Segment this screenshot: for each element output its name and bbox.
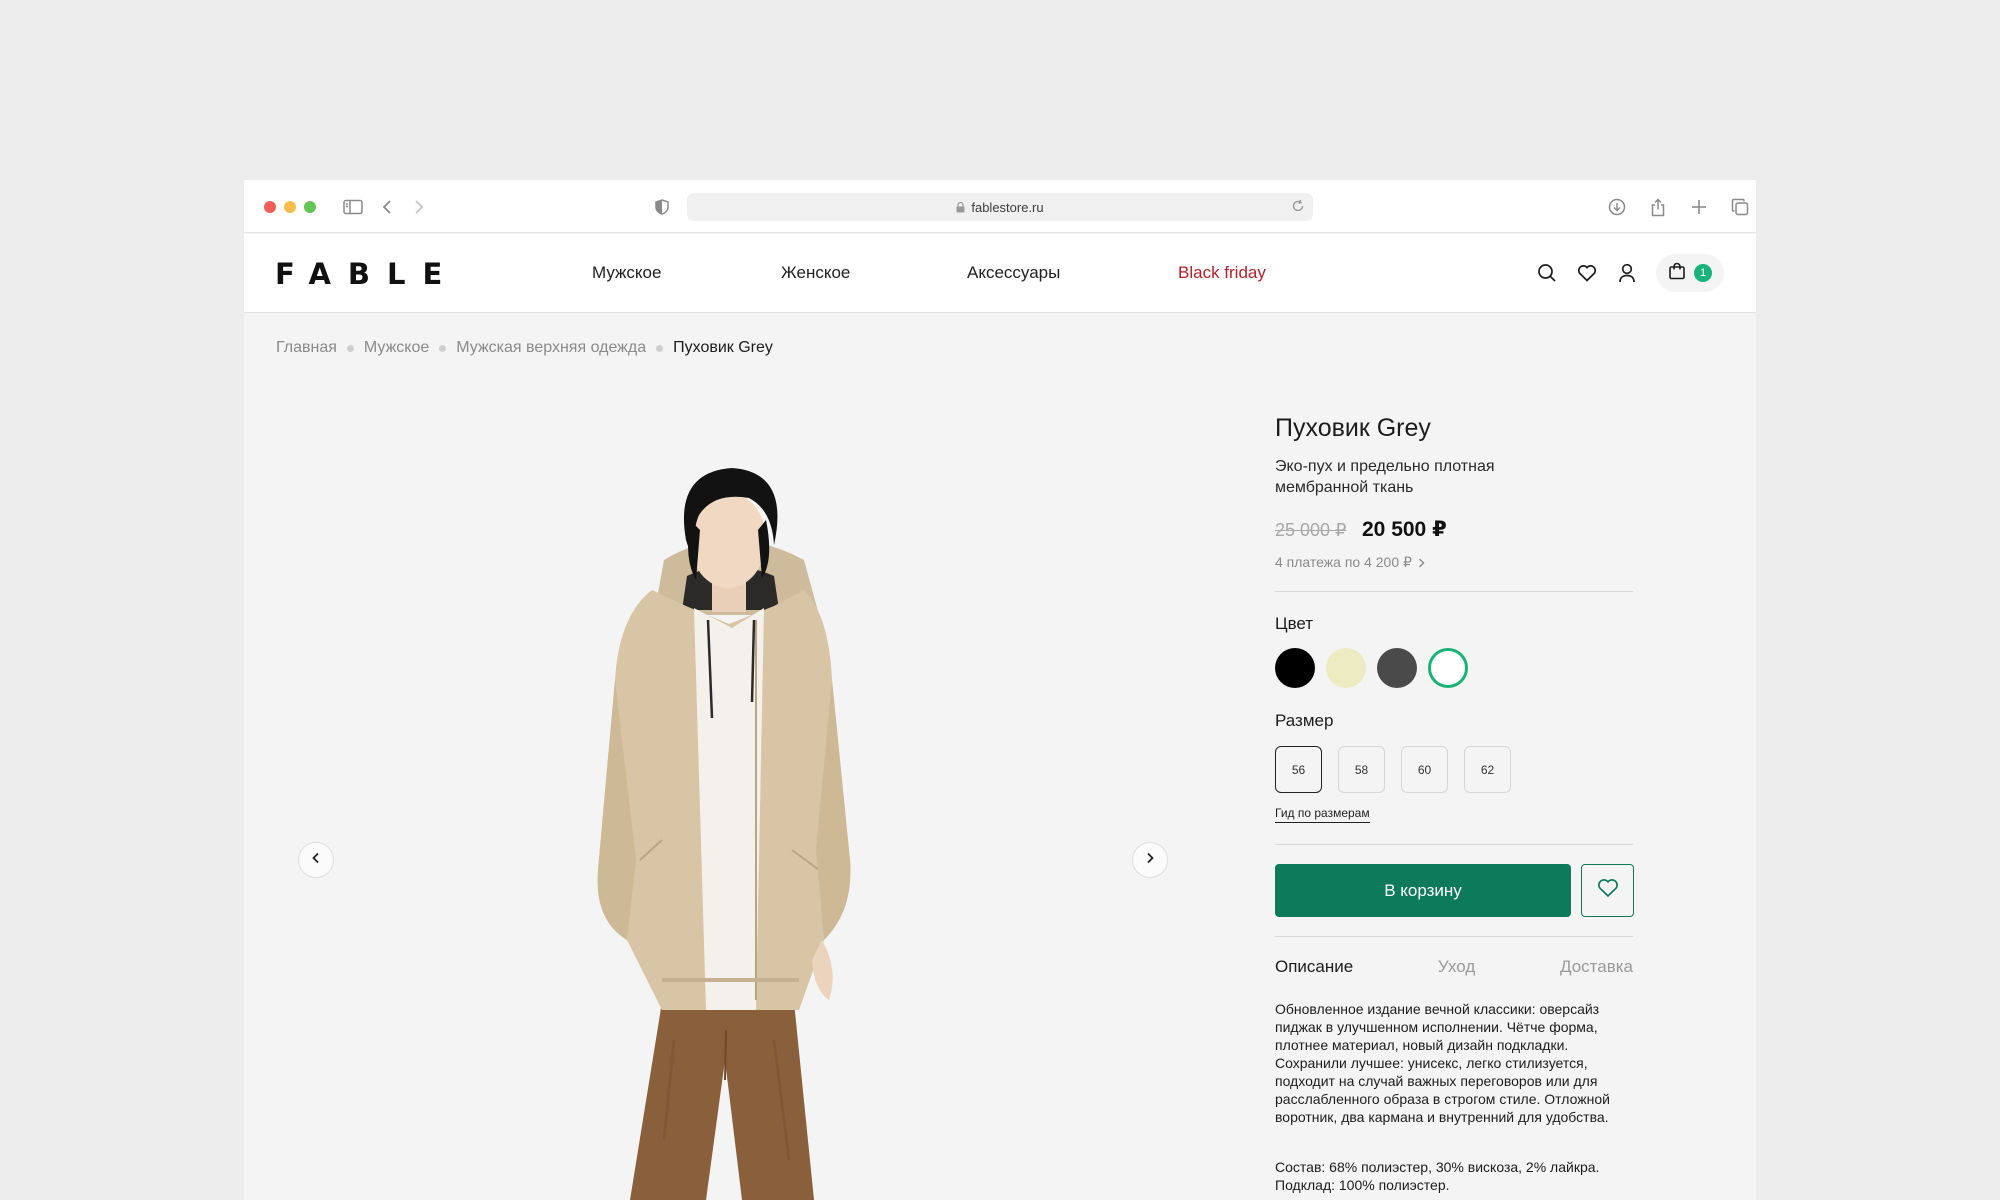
reload-icon[interactable] <box>1291 199 1305 213</box>
size-options: 56 58 60 62 <box>1275 746 1511 793</box>
cart-count-badge: 1 <box>1694 264 1712 282</box>
address-bar[interactable]: fablestore.ru <box>687 193 1313 221</box>
tab-delivery[interactable]: Доставка <box>1560 957 1633 977</box>
privacy-shield-icon[interactable] <box>649 194 675 220</box>
size-option-62[interactable]: 62 <box>1464 746 1511 793</box>
breadcrumb-separator <box>346 344 354 352</box>
size-option-58[interactable]: 58 <box>1338 746 1385 793</box>
product-composition: Состав: 68% полиэстер, 30% вискоза, 2% л… <box>1275 1159 1600 1193</box>
old-price: 25 000 ₽ <box>1275 520 1347 540</box>
favorites-icon[interactable] <box>1574 260 1600 286</box>
browser-window: fablestore.ru FABLE Мужское Женское Аксе… <box>244 180 1756 1200</box>
nav-accessories[interactable]: Аксессуары <box>967 263 1060 283</box>
tab-care[interactable]: Уход <box>1438 957 1475 977</box>
sidebar-icon[interactable] <box>340 194 366 220</box>
size-label: Размер <box>1275 711 1334 730</box>
fable-logo[interactable]: FABLE <box>275 260 459 289</box>
chevron-right-icon <box>1418 555 1425 571</box>
chevron-right-icon <box>1145 851 1155 869</box>
current-price: 20 500 ₽ <box>1362 518 1447 541</box>
cart-icon <box>1668 262 1686 285</box>
product-gallery <box>244 380 1168 1200</box>
product-tabs: Описание Уход Доставка <box>1275 957 1633 977</box>
size-guide-link[interactable]: Гид по размерам <box>1275 806 1370 823</box>
divider <box>1275 936 1633 937</box>
download-icon[interactable] <box>1604 194 1630 220</box>
breadcrumb-separator <box>439 344 447 352</box>
breadcrumb-home[interactable]: Главная <box>276 339 337 357</box>
breadcrumb-outerwear[interactable]: Мужская верхняя одежда <box>456 339 646 357</box>
add-to-favorites-button[interactable] <box>1581 864 1634 917</box>
tab-overview-icon[interactable] <box>1727 194 1753 220</box>
product-photo <box>597 468 851 1200</box>
breadcrumb-current: Пуховик Grey <box>673 339 773 356</box>
installments-text: 4 платежа по 4 200 ₽ <box>1275 554 1412 570</box>
tab-description[interactable]: Описание <box>1275 957 1353 977</box>
color-swatch-graphite[interactable] <box>1377 648 1417 688</box>
minimize-window-button[interactable] <box>284 201 296 213</box>
nav-men[interactable]: Мужское <box>592 263 661 283</box>
chevron-left-icon <box>311 851 321 869</box>
maximize-window-button[interactable] <box>304 201 316 213</box>
product-subtitle: Эко-пух и предельно плотная мембранной т… <box>1275 458 1495 496</box>
nav-women[interactable]: Женское <box>781 263 850 283</box>
divider <box>1275 591 1633 592</box>
share-icon[interactable] <box>1645 194 1671 220</box>
url-text: fablestore.ru <box>971 199 1044 215</box>
product-description: Обновленное издание вечной классики: ове… <box>1275 1001 1610 1125</box>
breadcrumb: Главная Мужское Мужская верхняя одежда П… <box>276 339 773 357</box>
previous-image-button[interactable] <box>298 842 334 878</box>
new-tab-icon[interactable] <box>1686 194 1712 220</box>
forward-icon[interactable] <box>406 194 432 220</box>
search-icon[interactable] <box>1534 260 1560 286</box>
lock-icon <box>956 201 965 213</box>
size-option-56[interactable]: 56 <box>1275 746 1322 793</box>
heart-icon <box>1597 878 1619 903</box>
breadcrumb-separator <box>656 344 664 352</box>
color-label: Цвет <box>1275 614 1314 633</box>
nav-black-friday[interactable]: Black friday <box>1178 263 1266 283</box>
color-swatches <box>1275 648 1468 688</box>
site-header: FABLE Мужское Женское Аксессуары Black f… <box>244 234 1756 313</box>
divider <box>1275 844 1633 845</box>
add-to-cart-button[interactable]: В корзину <box>1275 864 1571 917</box>
size-option-60[interactable]: 60 <box>1401 746 1448 793</box>
product-title: Пуховик Grey <box>1275 414 1431 442</box>
color-swatch-white-selected[interactable] <box>1428 648 1468 688</box>
installments-link[interactable]: 4 платежа по 4 200 ₽ <box>1275 554 1425 571</box>
account-icon[interactable] <box>1614 260 1640 286</box>
cart-button[interactable]: 1 <box>1656 254 1724 292</box>
color-swatch-black[interactable] <box>1275 648 1315 688</box>
browser-toolbar: fablestore.ru <box>244 180 1756 233</box>
next-image-button[interactable] <box>1132 842 1168 878</box>
breadcrumb-men[interactable]: Мужское <box>364 339 429 357</box>
color-swatch-cream[interactable] <box>1326 648 1366 688</box>
back-icon[interactable] <box>374 194 400 220</box>
close-window-button[interactable] <box>264 201 276 213</box>
